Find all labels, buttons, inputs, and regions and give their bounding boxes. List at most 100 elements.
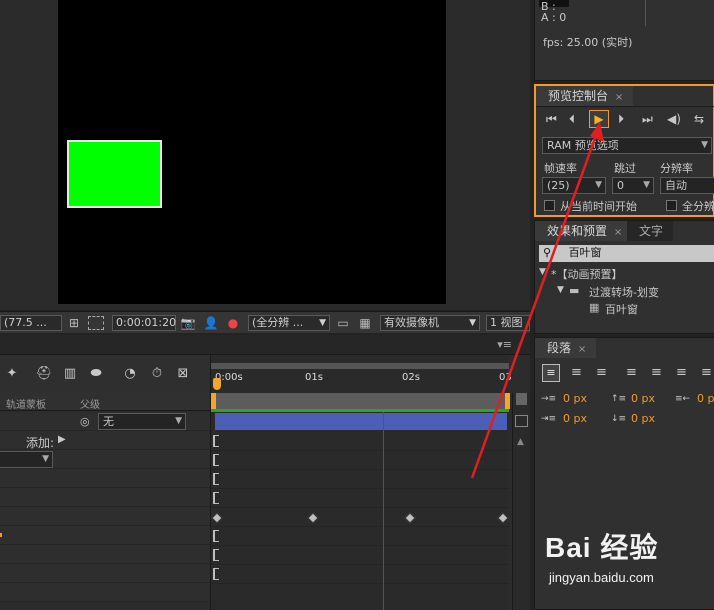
frame-rate-select[interactable]: (25) ▼ <box>542 177 606 194</box>
green-solid-layer[interactable] <box>67 140 162 208</box>
space-after-value[interactable]: 0 px <box>631 412 655 425</box>
justify-all-icon[interactable]: ≡ <box>701 365 712 380</box>
full-screen-checkbox[interactable] <box>666 200 677 211</box>
layer-row <box>0 545 210 564</box>
tree-item-venetian-blinds[interactable]: 百叶窗 <box>605 301 638 317</box>
work-area-bar[interactable] <box>211 363 509 369</box>
indent-right-value[interactable]: 0 px <box>697 392 714 405</box>
stopwatch-icon[interactable]: ⏱ <box>148 366 166 382</box>
bracket-icon <box>213 473 219 485</box>
resolution-select[interactable]: (全分辨 ... ▼ <box>248 315 330 331</box>
from-current-checkbox[interactable] <box>544 200 555 211</box>
keyframe[interactable] <box>211 512 223 524</box>
keyframe[interactable] <box>497 512 509 524</box>
channel-icon[interactable]: ● <box>225 315 241 331</box>
last-frame-icon[interactable]: ⏭ <box>642 112 653 127</box>
layer-row[interactable]: ◎ 无 ▼ <box>0 412 210 431</box>
justify-last-right-icon[interactable]: ≡ <box>676 365 687 380</box>
graph-row <box>211 527 509 546</box>
current-time-indicator[interactable] <box>213 378 221 390</box>
tree-item-animation-presets[interactable]: *【动画预置】 <box>551 266 623 282</box>
first-frame-icon[interactable]: ⏮ <box>546 112 557 127</box>
align-left-icon[interactable]: ≡ <box>542 364 560 382</box>
watermark-url: jingyan.baidu.com <box>549 570 654 585</box>
collapse-triangle-icon[interactable]: ▼ <box>557 285 564 295</box>
full-screen-label: 全分辨 <box>682 200 714 213</box>
justify-last-left-icon[interactable]: ≡ <box>626 365 637 380</box>
keyframe[interactable] <box>404 512 416 524</box>
tab-preview[interactable]: 预览控制台 × <box>536 86 634 106</box>
time-ruler[interactable] <box>211 393 509 409</box>
layer-row: ▼ <box>0 450 210 469</box>
close-icon[interactable]: × <box>615 92 623 103</box>
audio-icon[interactable]: ◀) <box>667 112 681 126</box>
tab-paragraph[interactable]: 段落 × <box>535 338 597 358</box>
prev-frame-icon[interactable]: ⏴ <box>569 112 575 127</box>
collapse-triangle-icon[interactable]: ▼ <box>539 267 546 277</box>
timeline-graph[interactable]: 0:00s 01s 02s 03 <box>210 355 512 610</box>
close-icon[interactable]: × <box>614 227 622 238</box>
camera-select[interactable]: 有效摄像机 ▼ <box>380 315 480 331</box>
fast-preview-icon[interactable]: ▭ <box>335 315 351 331</box>
timeline-scrollbar[interactable]: ▲ <box>512 393 530 610</box>
from-current-label: 从当前时间开始 <box>560 200 637 213</box>
work-area-start[interactable] <box>211 393 216 409</box>
timeline-panel: ▾≡ ✦ ⛑ ▥ ⬬ ◔ ⏱ ⊠ 轨道蒙板 父级 ◎ 无 ▼ 添加: ▶ ▼ 0:… <box>0 335 530 610</box>
graph-editor-icon[interactable]: ⊠ <box>174 366 192 382</box>
bracket-icon <box>213 492 219 504</box>
justify-last-center-icon[interactable]: ≡ <box>651 365 662 380</box>
watermark-brand: Bai 经验 <box>545 532 659 563</box>
folder-icon: ▬ <box>569 284 580 297</box>
composition-viewer <box>0 0 530 310</box>
ram-preview-select[interactable]: RAM 预览选项 ▼ <box>542 137 712 154</box>
loop-icon[interactable]: ⇆ <box>694 112 704 126</box>
draft-3d-icon[interactable]: ⛑ <box>35 366 53 382</box>
work-area-end[interactable] <box>505 393 510 409</box>
first-line-indent-value[interactable]: 0 px <box>563 412 587 425</box>
comp-button-icon[interactable] <box>515 415 528 427</box>
tree-item-transition[interactable]: 过渡转场-划变 <box>589 284 659 300</box>
info-panel: B : A : 0 fps: 25.00 (实时) <box>534 0 714 81</box>
panel-menu-icon[interactable]: ▾≡ <box>497 338 512 351</box>
views-select[interactable]: 1 视图 <box>486 315 530 331</box>
add-menu-icon[interactable]: ▶ <box>58 434 66 445</box>
hide-shy-icon[interactable]: ▥ <box>61 366 79 382</box>
timeline-switches-toolbar: ✦ ⛑ ▥ ⬬ ◔ ⏱ ⊠ <box>0 355 210 393</box>
fit-icon[interactable]: ⊞ <box>66 315 82 331</box>
motion-blur-icon[interactable]: ◔ <box>121 366 139 382</box>
transparency-grid-icon[interactable]: ▦ <box>357 315 373 331</box>
resolution-select-preview[interactable]: 自动 <box>660 177 714 194</box>
align-right-icon[interactable]: ≡ <box>596 365 607 380</box>
resolution-label: 分辨率 <box>660 162 693 175</box>
show-snapshot-icon[interactable]: 👤 <box>203 315 219 331</box>
space-before-value[interactable]: 0 px <box>631 392 655 405</box>
snapshot-icon[interactable]: 📷 <box>180 315 196 331</box>
keyframe[interactable] <box>307 512 319 524</box>
bracket-icon <box>213 454 219 466</box>
timeline-header: ▾≡ <box>0 335 530 355</box>
zoom-select[interactable]: (77.5 ... <box>0 315 62 331</box>
close-icon[interactable]: × <box>578 344 586 355</box>
add-label: 添加: <box>26 436 55 450</box>
layer-duration-bar[interactable] <box>215 413 507 430</box>
skip-select[interactable]: 0 ▼ <box>612 177 654 194</box>
align-center-icon[interactable]: ≡ <box>571 365 582 380</box>
baidu-watermark: Bai 经验 jingyan.baidu.com <box>545 520 710 600</box>
parent-pick-whip-icon[interactable]: ◎ <box>80 415 90 428</box>
effects-search-input[interactable]: ⚲ 百叶窗 <box>539 245 714 262</box>
scroll-up-icon[interactable]: ▲ <box>517 437 524 447</box>
region-of-interest-icon[interactable] <box>88 316 104 330</box>
timecode-display[interactable]: 0:00:01:20 <box>112 315 176 331</box>
next-frame-icon[interactable]: ⏵ <box>618 112 624 127</box>
indent-left-value[interactable]: 0 px <box>563 392 587 405</box>
resolution-value: (全分辨 ... <box>252 316 304 329</box>
live-update-icon[interactable]: ✦ <box>3 366 21 382</box>
play-button[interactable]: ▶ <box>589 110 609 128</box>
tab-text[interactable]: 文字 <box>627 221 674 241</box>
comp-marker-icon[interactable] <box>516 393 527 405</box>
graph-row <box>211 451 509 470</box>
frame-blending-icon[interactable]: ⬬ <box>87 366 105 382</box>
tab-effects-presets[interactable]: 效果和预置 × <box>535 221 633 241</box>
parent-select[interactable]: 无 ▼ <box>98 413 186 430</box>
blend-mode-select[interactable]: ▼ <box>0 451 53 468</box>
